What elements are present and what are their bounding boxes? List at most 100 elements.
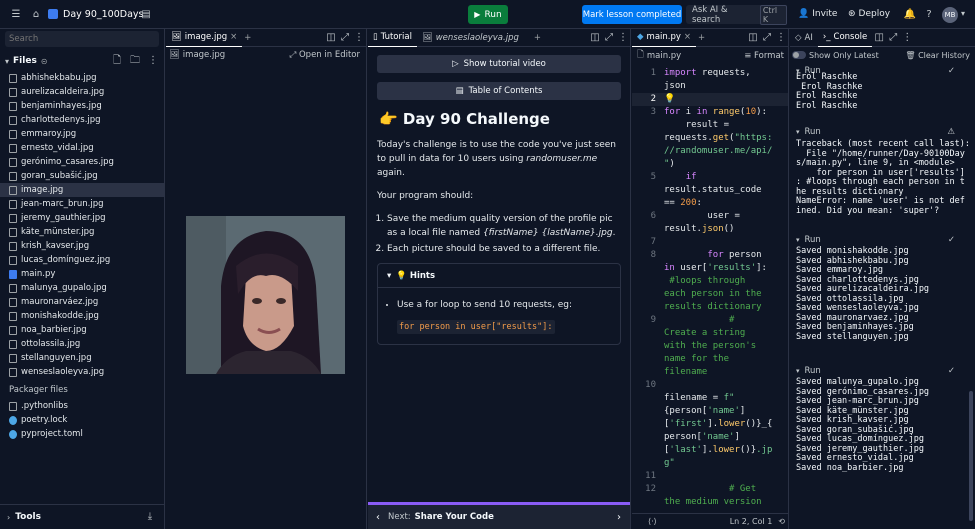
image-file-icon [9,101,17,111]
clear-history-button[interactable]: 🗑 Clear History [905,51,970,60]
avatar[interactable]: MB [942,7,958,23]
file-item[interactable]: ernesto_vidal.jpg [0,141,164,155]
file-item[interactable]: aurelizacaldeira.jpg [0,85,164,99]
tab-wenseslaoleyva[interactable]: 🖼 wenseslaoleyva.jpg [417,29,524,47]
close-icon[interactable]: × [684,32,691,42]
image-file-icon [9,255,17,265]
packager-file-item[interactable]: poetry.lock [0,413,164,427]
file-item[interactable]: lucas_domínguez.jpg [0,253,164,267]
tools-expand-icon[interactable]: › [7,513,10,522]
file-item[interactable]: mauronarváez.jpg [0,295,164,309]
close-icon[interactable]: × [230,32,237,42]
maximize-icon[interactable]: ⤢ [338,31,352,45]
warning-icon: ⚠ [947,126,955,137]
requirements-list: Save the medium quality version of the p… [387,212,621,256]
file-name: jean-marc_brun.jpg [21,199,104,209]
split-pane-icon[interactable]: ◫ [872,31,886,45]
file-item[interactable]: goran_subašić.jpg [0,169,164,183]
file-item[interactable]: charlottedenys.jpg [0,113,164,127]
tab-main-py[interactable]: ◆ main.py × [632,29,697,47]
maximize-icon[interactable]: ⤢ [760,31,774,45]
add-tab-icon[interactable]: + [244,33,251,43]
image-file-icon [9,297,17,307]
file-name: monishakodde.jpg [21,311,99,321]
next-icon[interactable]: › [617,512,621,523]
show-latest-toggle[interactable] [792,51,806,59]
show-tutorial-video-button[interactable]: ▷ Show tutorial video [377,55,621,73]
file-item[interactable]: monishakodde.jpg [0,309,164,323]
invite-button[interactable]: 👤 Invite [798,9,837,19]
tab-image[interactable]: 🖼 image.jpg × [166,29,243,47]
file-item[interactable]: benjaminhayes.jpg [0,99,164,113]
home-icon[interactable]: ⌂ [29,8,43,22]
prev-icon[interactable]: ‹ [376,512,380,523]
mark-lesson-completed-button[interactable]: Mark lesson completed [582,5,682,24]
image-file-icon: 🖼 [169,50,180,60]
tab-console[interactable]: ›_ Console [817,29,873,47]
tab-tutorial[interactable]: ▯ Tutorial [368,29,417,47]
deploy-button[interactable]: ⊛ Deploy [848,9,890,19]
table-of-contents-button[interactable]: ▤ Table of Contents [377,82,621,100]
repl-info-icon[interactable]: ▤ [139,8,153,22]
tab-ai[interactable]: ◇ AI [790,29,818,47]
more-options-icon[interactable]: ⋮ [146,54,160,68]
image-file-icon [9,87,17,97]
format-button[interactable]: ≡ Format [744,51,784,61]
packager-file-item[interactable]: .pythonlibs [0,399,164,413]
file-name: ottolassila.jpg [21,339,81,349]
file-item[interactable]: image.jpg [0,183,164,197]
repl-name[interactable]: Day 90_100Days [63,9,143,20]
file-item[interactable]: abhishekbabu.jpg [0,71,164,85]
hints-toggle[interactable]: ▾ 💡 Hints [378,264,620,288]
file-item[interactable]: wenseslaoleyva.jpg [0,365,164,379]
file-item[interactable]: krish_kavser.jpg [0,239,164,253]
code-editor[interactable]: 1 import requests, json 2 💡 3 for i in rang… [632,65,788,509]
pane-menu-icon[interactable]: ⋮ [774,31,788,45]
file-item[interactable]: jeremy_gauthier.jpg [0,211,164,225]
console-scrollbar[interactable] [969,391,973,521]
packager-file-item[interactable]: pyproject.toml [0,427,164,441]
file-item[interactable]: gerónimo_casares.jpg [0,155,164,169]
split-pane-icon[interactable]: ◫ [588,31,602,45]
download-icon[interactable]: ⤓ [143,510,157,524]
tools-label[interactable]: Tools [15,512,41,522]
ai-search-button[interactable]: Ask AI & search Ctrl K [686,4,787,25]
sidebar-toggle-icon[interactable]: ☰ [9,8,23,22]
run-block-header[interactable]: ▾ Run ⚠ [790,124,975,139]
add-tab-icon[interactable]: + [534,33,541,43]
pane-menu-icon[interactable]: ⋮ [616,31,630,45]
run-block-header[interactable]: ▾ Run ✓ [790,232,975,247]
file-item[interactable]: emmaroy.jpg [0,127,164,141]
history-icon[interactable]: ⟲ [778,517,785,526]
file-item[interactable]: ottolassila.jpg [0,337,164,351]
pane-menu-icon[interactable]: ⋮ [352,31,366,45]
maximize-icon[interactable]: ⤢ [886,31,900,45]
file-item[interactable]: malunya_gupalo.jpg [0,281,164,295]
pane-menu-icon[interactable]: ⋮ [900,31,914,45]
file-item[interactable]: main.py [0,267,164,281]
help-icon[interactable]: ? [922,8,936,22]
file-item[interactable]: jean-marc_brun.jpg [0,197,164,211]
bell-icon[interactable]: 🔔 [903,8,917,22]
files-collapse-icon[interactable]: ▾ [5,57,9,66]
next-lesson-bar[interactable]: ‹ Next: Share Your Code › [368,502,630,529]
avatar-chevron-icon[interactable]: ▾ [961,9,965,18]
file-item[interactable]: noa_barbier.jpg [0,323,164,337]
new-folder-icon[interactable]: 🗀 [128,54,142,68]
file-name: gerónimo_casares.jpg [21,157,114,167]
code-icon: ⟨·⟩ [648,517,657,526]
maximize-icon[interactable]: ⤢ [602,31,616,45]
split-pane-icon[interactable]: ◫ [324,31,338,45]
add-tab-icon[interactable]: + [698,33,705,43]
file-item[interactable]: käte_münster.jpg [0,225,164,239]
run-block-header[interactable]: ▾ Run ✓ [790,363,975,378]
open-in-editor-link[interactable]: ⤢ Open in Editor [289,50,360,60]
run-button[interactable]: ▶ Run [468,5,508,24]
split-pane-icon[interactable]: ◫ [746,31,760,45]
file-name: main.py [21,269,56,279]
file-item[interactable]: stellanguyen.jpg [0,351,164,365]
search-input[interactable] [9,34,149,44]
new-file-icon[interactable]: 🗋 [110,54,124,68]
file-breadcrumb: main.py [646,51,682,61]
console-icon: ›_ [822,32,831,42]
